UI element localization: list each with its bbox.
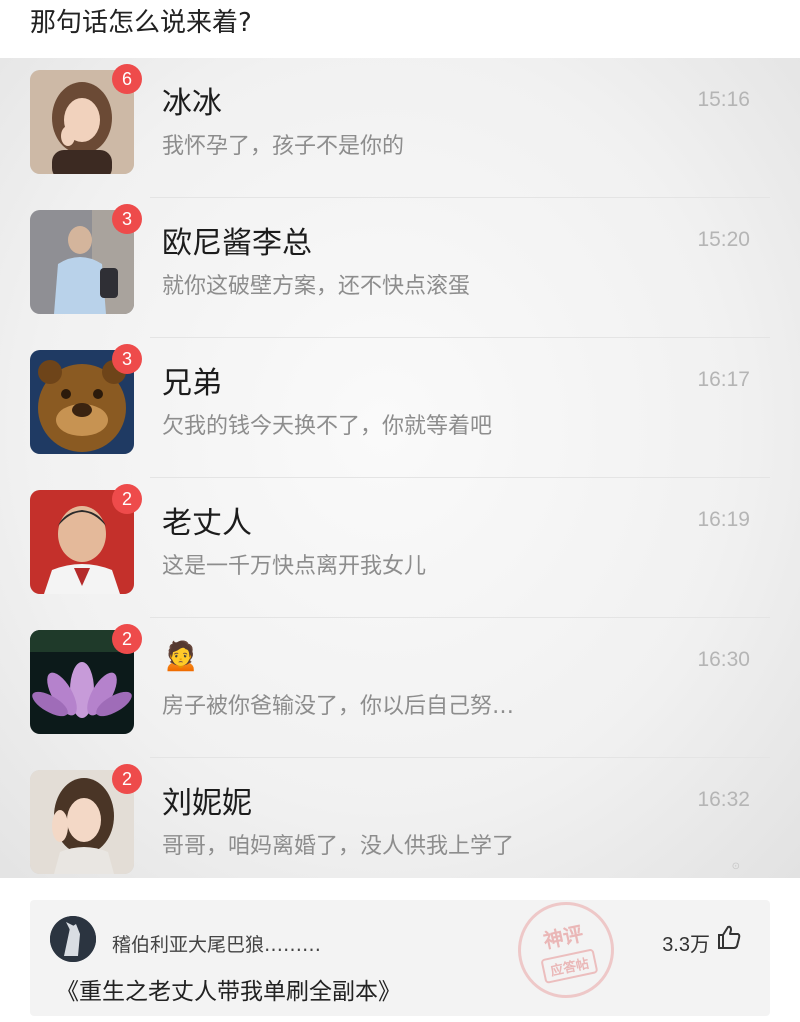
commenter-name[interactable]: 稽伯利亚大尾巴狼………: [112, 930, 321, 957]
message-preview: 这是一千万快点离开我女儿: [162, 554, 427, 579]
message-time: 16:30: [697, 648, 750, 671]
unread-badge: 3: [112, 344, 142, 374]
stamp-sub-text: 应答帖: [540, 948, 598, 984]
comment-text: 《重生之老丈人带我单刷全副本》: [56, 979, 401, 1005]
chat-list-item[interactable]: 6 冰冰 我怀孕了，孩子不是你的 15:16: [0, 58, 800, 198]
chat-list-item[interactable]: 2 老丈人 这是一千万快点离开我女儿 16:19: [0, 478, 800, 618]
unread-badge: 3: [112, 204, 142, 234]
message-preview: 就你这破壁方案，还不快点滚蛋: [162, 274, 471, 299]
contact-name: 冰冰: [162, 86, 222, 121]
contact-name: 欧尼酱李总: [162, 226, 312, 261]
unread-badge: 2: [112, 624, 142, 654]
message-time: 15:16: [697, 88, 750, 111]
contact-name: 老丈人: [162, 506, 252, 541]
message-time: 15:20: [697, 228, 750, 251]
message-preview: 欠我的钱今天换不了，你就等着吧: [162, 414, 493, 439]
unread-badge: 2: [112, 484, 142, 514]
chat-list-item[interactable]: 3 欧尼酱李总 就你这破壁方案，还不快点滚蛋 15:20: [0, 198, 800, 338]
image-watermark: ⊙: [731, 861, 740, 872]
chat-list-item[interactable]: 3 兄弟 欠我的钱今天换不了，你就等着吧 16:17: [0, 338, 800, 478]
chat-list-item[interactable]: 2 刘妮妮 哥哥，咱妈离婚了，没人供我上学了 16:32: [0, 758, 800, 878]
chat-list-screenshot: 6 冰冰 我怀孕了，孩子不是你的 15:16 3 欧尼酱李总 就你这破壁方案，还…: [0, 58, 800, 878]
message-preview: 房子被你爸输没了，你以后自己努…: [162, 694, 515, 719]
contact-name: 兄弟: [162, 366, 222, 401]
message-preview: 哥哥，咱妈离婚了，没人供我上学了: [162, 834, 515, 859]
like-count: 3.3万: [662, 934, 710, 956]
message-time: 16:19: [697, 508, 750, 531]
unread-badge: 6: [112, 64, 142, 94]
message-preview: 我怀孕了，孩子不是你的: [162, 134, 405, 159]
unread-badge: 2: [112, 764, 142, 794]
commenter-avatar[interactable]: [50, 916, 96, 962]
message-time: 16:17: [697, 368, 750, 391]
contact-name: 🙍: [162, 638, 200, 673]
thumbs-up-icon[interactable]: [716, 924, 742, 950]
chat-list-item[interactable]: 2 🙍 房子被你爸输没了，你以后自己努… 16:30: [0, 618, 800, 758]
message-time: 16:32: [697, 788, 750, 811]
contact-name: 刘妮妮: [162, 786, 252, 821]
post-title: 那句话怎么说来着?: [30, 8, 252, 38]
top-comment-card[interactable]: 稽伯利亚大尾巴狼……… 3.3万 《重生之老丈人带我单刷全副本》: [30, 900, 770, 1016]
stamp-main-text: 神评: [541, 921, 586, 954]
